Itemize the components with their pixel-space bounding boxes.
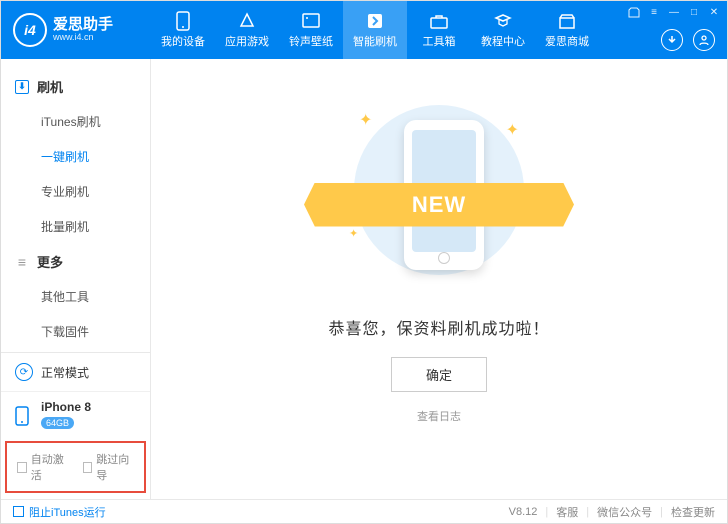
apps-icon [237, 11, 257, 31]
device-icon [15, 406, 33, 424]
ok-button[interactable]: 确定 [391, 357, 487, 392]
device-mode[interactable]: ⟳ 正常模式 [1, 353, 150, 392]
view-log-link[interactable]: 查看日志 [417, 408, 461, 424]
sidebar-item-oneclick-flash[interactable]: 一键刷机 [1, 139, 150, 174]
close-icon[interactable]: ✕ [707, 5, 721, 19]
version-label: V8.12 [509, 506, 538, 518]
sidebar-item-download-firmware[interactable]: 下载固件 [1, 314, 150, 349]
nav-apps-games[interactable]: 应用游戏 [215, 1, 279, 59]
sidebar: ⬇ 刷机 iTunes刷机 一键刷机 专业刷机 批量刷机 ≡ 更多 其他工具 下… [1, 59, 151, 499]
user-icon[interactable] [693, 29, 715, 51]
mode-icon: ⟳ [15, 363, 33, 381]
tutorial-icon [493, 11, 513, 31]
main-content: ✦ ✦ ✦ NEW 恭喜您，保资料刷机成功啦！ 确定 查看日志 [151, 59, 727, 499]
maximize-icon[interactable]: □ [687, 5, 701, 19]
toolbox-icon [429, 11, 449, 31]
check-update-link[interactable]: 检查更新 [671, 504, 715, 520]
nav-my-device[interactable]: 我的设备 [151, 1, 215, 59]
block-itunes-checkbox[interactable]: 阻止iTunes运行 [13, 504, 106, 520]
sidebar-group-more[interactable]: ≡ 更多 [1, 244, 150, 279]
auto-activate-checkbox[interactable]: 自动激活 [17, 451, 69, 483]
device-info[interactable]: iPhone 8 64GB [1, 392, 150, 441]
download-icon[interactable] [661, 29, 683, 51]
nav-toolbox[interactable]: 工具箱 [407, 1, 471, 59]
minimize-icon[interactable]: — [667, 5, 681, 19]
logo-icon: i4 [13, 13, 47, 47]
sidebar-group-flash[interactable]: ⬇ 刷机 [1, 69, 150, 104]
main-nav: 我的设备 应用游戏 铃声壁纸 智能刷机 工具箱 教程中心 爱思商城 [151, 1, 599, 59]
store-icon [557, 11, 577, 31]
sidebar-item-itunes-flash[interactable]: iTunes刷机 [1, 104, 150, 139]
skip-guide-checkbox[interactable]: 跳过向导 [83, 451, 135, 483]
flash-group-icon: ⬇ [15, 80, 29, 94]
sidebar-item-batch-flash[interactable]: 批量刷机 [1, 209, 150, 244]
nav-smart-flash[interactable]: 智能刷机 [343, 1, 407, 59]
nav-store[interactable]: 爱思商城 [535, 1, 599, 59]
sparkle-icon: ✦ [349, 227, 358, 240]
success-message: 恭喜您，保资料刷机成功啦！ [328, 315, 549, 339]
success-illustration: ✦ ✦ ✦ NEW [329, 95, 549, 295]
option-highlight-box: 自动激活 跳过向导 [5, 441, 146, 493]
new-banner: NEW [304, 183, 574, 227]
sidebar-item-pro-flash[interactable]: 专业刷机 [1, 174, 150, 209]
device-storage-badge: 64GB [41, 417, 74, 429]
more-group-icon: ≡ [15, 255, 29, 269]
device-name: iPhone 8 [41, 400, 91, 414]
sparkle-icon: ✦ [359, 110, 372, 130]
flash-icon [365, 11, 385, 31]
support-link[interactable]: 客服 [556, 504, 578, 520]
phone-icon [173, 11, 193, 31]
app-header: i4 爱思助手 www.i4.cn 我的设备 应用游戏 铃声壁纸 智能刷机 工具… [1, 1, 727, 59]
status-bar: 阻止iTunes运行 V8.12 | 客服 | 微信公众号 | 检查更新 [1, 499, 727, 523]
app-subtitle: www.i4.cn [53, 33, 113, 43]
window-controls: ≡ — □ ✕ [627, 5, 721, 19]
nav-ringtones[interactable]: 铃声壁纸 [279, 1, 343, 59]
menu-icon[interactable]: ≡ [647, 5, 661, 19]
logo: i4 爱思助手 www.i4.cn [1, 13, 151, 47]
nav-tutorials[interactable]: 教程中心 [471, 1, 535, 59]
sidebar-item-other-tools[interactable]: 其他工具 [1, 279, 150, 314]
sparkle-icon: ✦ [506, 120, 519, 140]
wallpaper-icon [301, 11, 321, 31]
skin-icon[interactable] [627, 5, 641, 19]
app-title: 爱思助手 [53, 17, 113, 34]
wechat-link[interactable]: 微信公众号 [597, 504, 652, 520]
